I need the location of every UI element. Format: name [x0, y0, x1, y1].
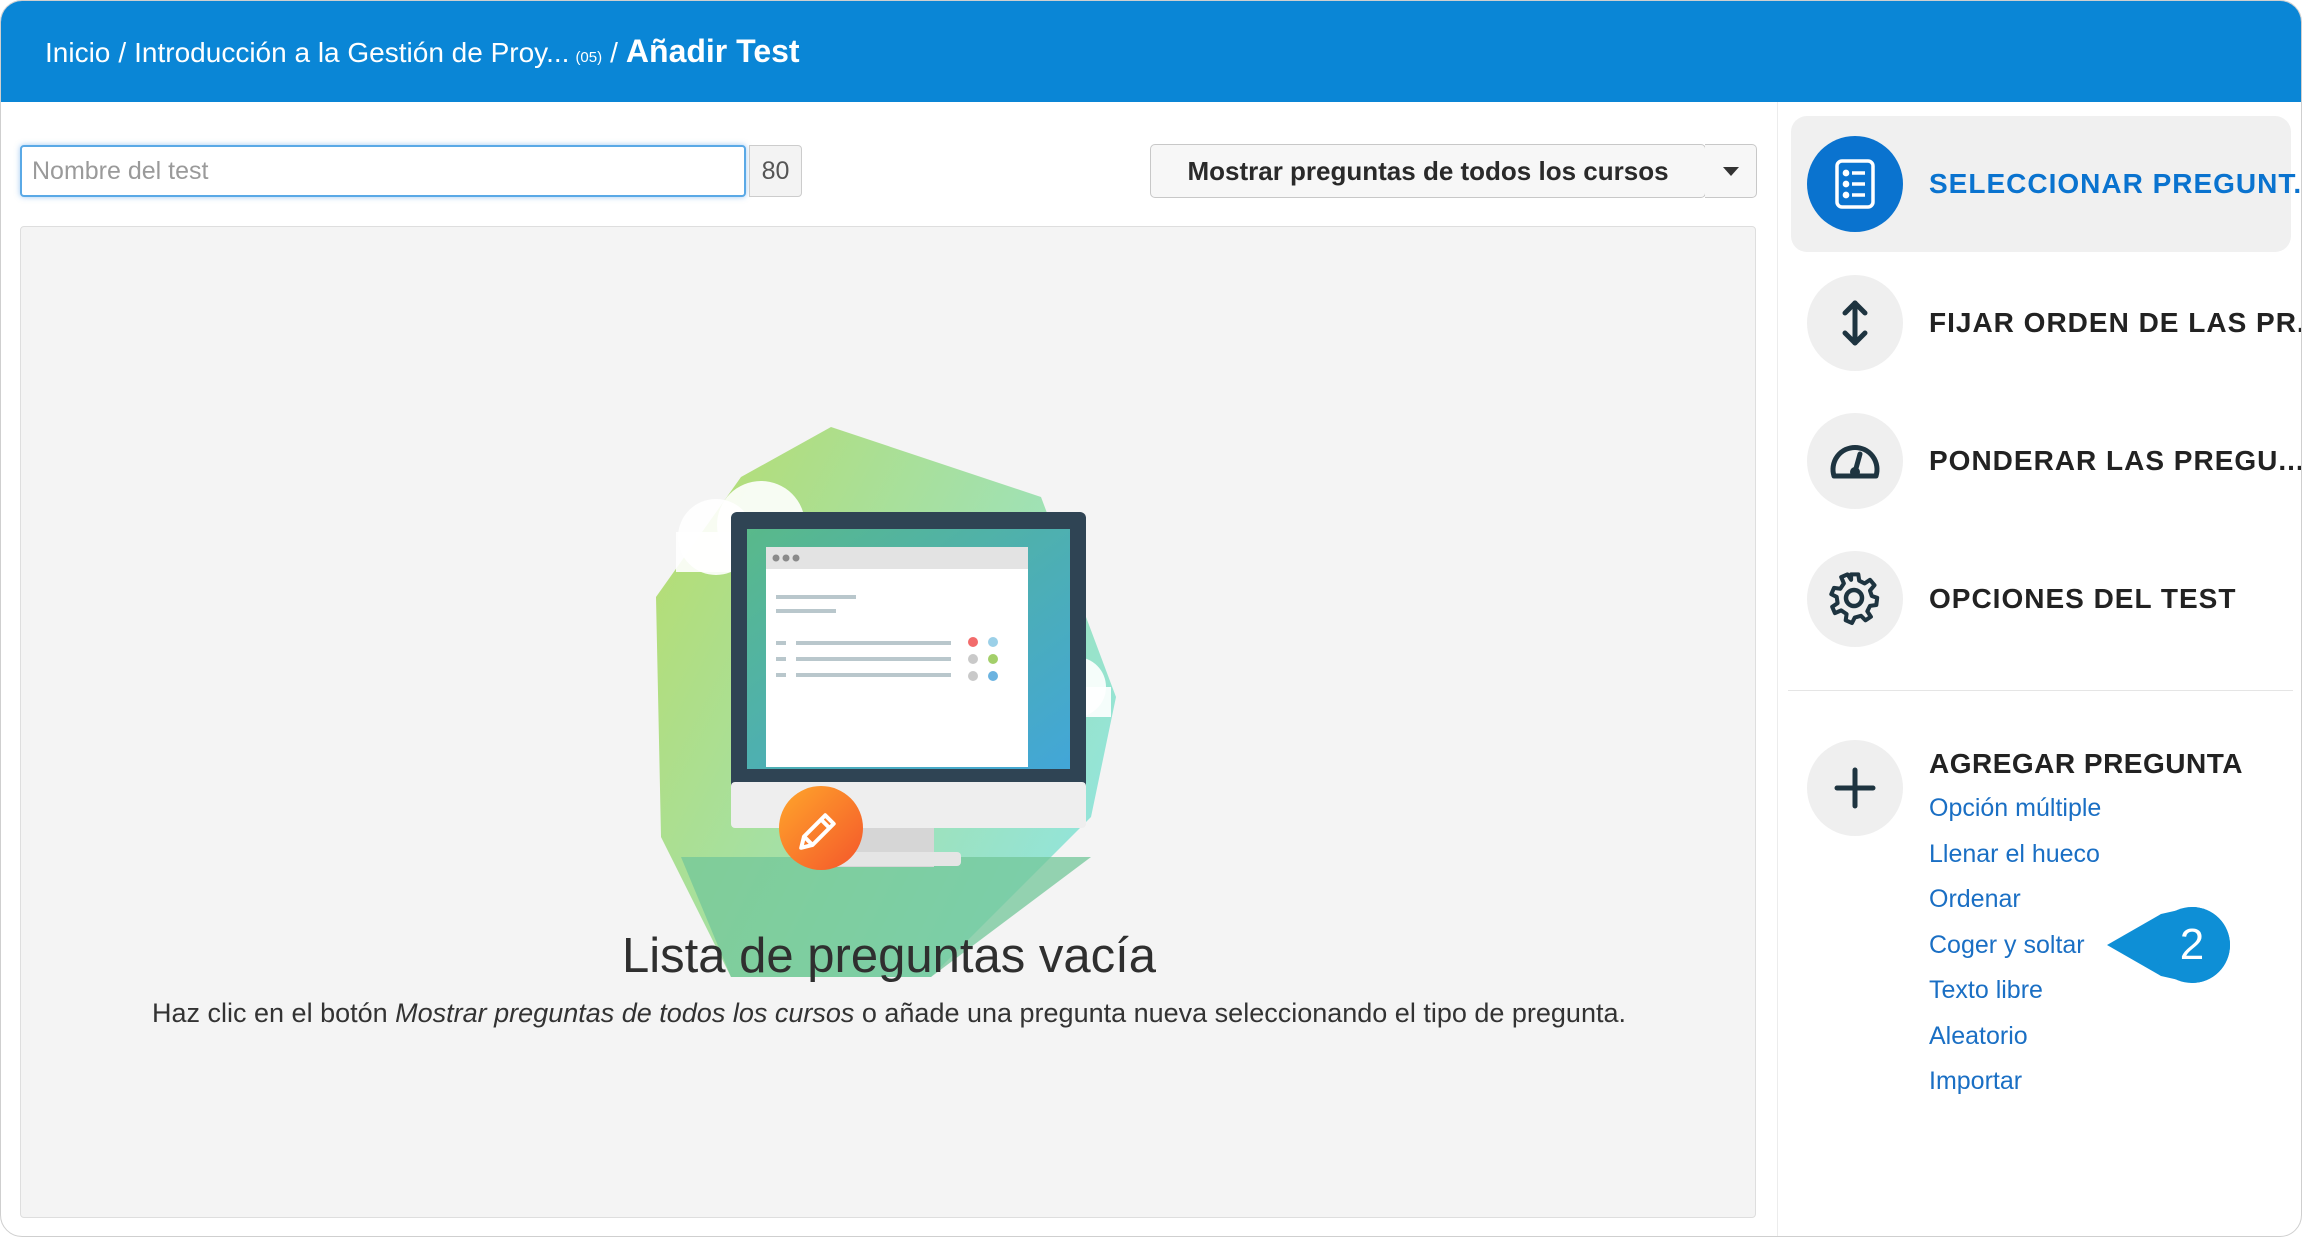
show-all-dropdown-toggle[interactable] — [1705, 144, 1757, 198]
description-emphasis: Mostrar preguntas de todos los cursos — [395, 998, 855, 1028]
sidebar-item-label: FIJAR ORDEN DE LAS PR... — [1929, 307, 2302, 338]
breadcrumb-course-link[interactable]: Introducción a la Gestión de Proy... — [134, 37, 569, 69]
sidebar-item-weight-questions[interactable]: PONDERAR LAS PREGU... — [1791, 393, 2301, 529]
question-type-import[interactable]: Importar — [1929, 1067, 2101, 1113]
question-type-drag-drop[interactable]: Coger y soltar — [1929, 931, 2101, 977]
page-title: Añadir Test — [625, 33, 800, 69]
sidebar-divider — [1777, 102, 1778, 1236]
checklist-icon — [1807, 136, 1903, 232]
description-text: o añade una pregunta nueva seleccionando… — [854, 998, 1626, 1028]
caret-down-icon — [1722, 166, 1739, 176]
sidebar-separator — [1788, 690, 2293, 691]
plus-icon — [1807, 740, 1903, 836]
vertical-arrows-icon — [1807, 275, 1903, 371]
app-window: Inicio / Introducción a la Gestión de Pr… — [0, 0, 2302, 1237]
gauge-icon — [1807, 413, 1903, 509]
question-type-multiple-choice[interactable]: Opción múltiple — [1929, 794, 2101, 840]
show-all-questions-button[interactable]: Mostrar preguntas de todos los cursos — [1150, 144, 1706, 198]
breadcrumb-separator: / — [118, 37, 127, 68]
callout-badge: 2 — [2107, 907, 2231, 983]
question-type-random[interactable]: Aleatorio — [1929, 1022, 2101, 1068]
callout-number: 2 — [2180, 920, 2204, 969]
gear-icon — [1807, 551, 1903, 647]
question-type-ordering[interactable]: Ordenar — [1929, 885, 2101, 931]
empty-list-illustration — [656, 427, 1116, 977]
sidebar-item-label: PONDERAR LAS PREGU... — [1929, 445, 2302, 476]
description-text: Haz clic en el botón — [152, 998, 396, 1028]
empty-list-description: Haz clic en el botón Mostrar preguntas d… — [1, 998, 1777, 1029]
empty-list-title: Lista de preguntas vacía — [622, 929, 1156, 983]
sidebar-item-set-order[interactable]: FIJAR ORDEN DE LAS PR... — [1791, 255, 2301, 391]
breadcrumb-course-code: (05) — [575, 49, 603, 66]
header-bar: Inicio / Introducción a la Gestión de Pr… — [1, 1, 2301, 102]
sidebar-item-label: OPCIONES DEL TEST — [1929, 583, 2237, 614]
question-type-list: Opción múltiple Llenar el hueco Ordenar … — [1929, 794, 2101, 1113]
main-content: 80 Mostrar preguntas de todos los cursos — [1, 102, 1777, 1236]
sidebar-item-test-options[interactable]: OPCIONES DEL TEST — [1791, 531, 2291, 667]
test-name-input[interactable] — [20, 145, 746, 197]
breadcrumb: Inicio / Introducción a la Gestión de Pr… — [45, 33, 800, 70]
sidebar-item-label: SELECCIONAR PREGUNT... — [1929, 168, 2302, 199]
question-type-free-text[interactable]: Texto libre — [1929, 976, 2101, 1022]
breadcrumb-separator: / — [610, 37, 618, 68]
question-type-fill-gap[interactable]: Llenar el hueco — [1929, 840, 2101, 886]
breadcrumb-home-link[interactable]: Inicio — [45, 37, 110, 69]
char-counter: 80 — [749, 145, 802, 197]
sidebar-item-select-questions[interactable]: SELECCIONAR PREGUNT... — [1791, 116, 2301, 252]
add-question-title: AGREGAR PREGUNTA — [1929, 748, 2243, 779]
